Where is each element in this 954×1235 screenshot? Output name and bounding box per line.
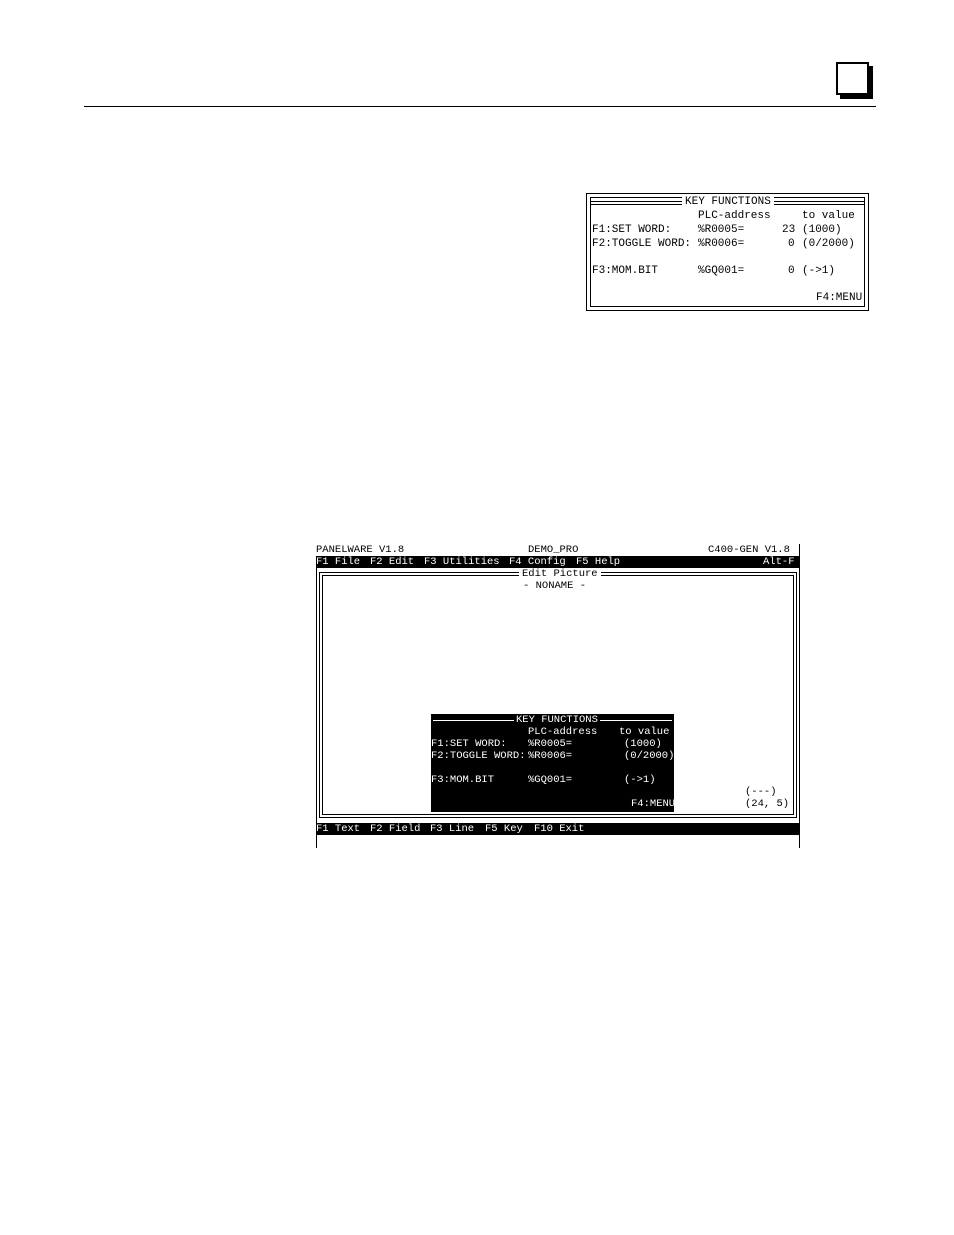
panel-column-value: to value [619, 726, 670, 738]
menu-bar: F1 File F2 Edit F3 Utilities F4 Config F… [316, 556, 800, 568]
fkey-line[interactable]: F3 Line [430, 823, 474, 835]
section-tab-shadow [840, 95, 873, 99]
screen-edge-right [799, 544, 800, 848]
screen-edge-left [316, 568, 317, 848]
panel-label-f2: F2:TOGGLE WORD: [431, 750, 526, 762]
current-value-f3: 0 [788, 265, 795, 277]
panel-menu-label: F4:MENU [631, 798, 676, 810]
panel-address-f3: %GQ001= [528, 774, 573, 786]
fkey-key[interactable]: F5 Key [485, 823, 523, 835]
key-label-f2: F2:TOGGLE WORD: [592, 238, 692, 250]
address-f1: %R0005= [698, 224, 745, 236]
target-value-f3: (->1) [802, 265, 836, 277]
app-title: PANELWARE V1.8 [316, 544, 405, 556]
menu-config[interactable]: F4 Config [509, 556, 566, 568]
panel-address-f1: %R0005= [528, 738, 573, 750]
panelware-screen: PANELWARE V1.8 DEMO_PRO C400-GEN V1.8 F1… [316, 544, 800, 848]
panel-column-address: PLC-address [528, 726, 598, 738]
menu-help[interactable]: F5 Help [576, 556, 620, 568]
current-value-f2: 0 [788, 238, 795, 250]
panel-address-f2: %R0006= [528, 750, 573, 762]
address-f2: %R0006= [698, 238, 745, 250]
key-functions-panel[interactable]: KEY FUNCTIONS PLC-address to value F1:SE… [431, 714, 676, 812]
column-header-address: PLC-address [698, 210, 771, 222]
panel-label-f1: F1:SET WORD: [431, 738, 507, 750]
panel-value-f1: (1000) [624, 738, 662, 750]
picture-name: - NONAME - [521, 580, 589, 592]
target-name: C400-GEN V1.8 [708, 544, 790, 556]
menu-file[interactable]: F1 File [316, 556, 360, 568]
menu-key-label: F4:MENU [816, 292, 863, 304]
function-key-bar: F1 Text F2 Field F3 Line F5 Key F10 Exit [316, 823, 800, 835]
key-label-f3: F3:MOM.BIT [592, 265, 659, 277]
key-label-f1: F1:SET WORD: [592, 224, 672, 236]
key-functions-display: KEY FUNCTIONS PLC-address to value F1:SE… [586, 193, 869, 311]
menu-hotkey-hint: Alt-F [763, 556, 795, 568]
fkey-exit[interactable]: F10 Exit [534, 823, 584, 835]
edit-picture-title: Edit Picture [519, 568, 601, 580]
cursor-position: (24, 5) [745, 798, 790, 810]
current-value-f1: 23 [782, 224, 796, 236]
menu-edit[interactable]: F2 Edit [370, 556, 414, 568]
panel-label-f3: F3:MOM.BIT [431, 774, 495, 786]
fkey-text[interactable]: F1 Text [316, 823, 360, 835]
panel-value-f2: (0/2000) [624, 750, 675, 762]
panel-value-f3: (->1) [624, 774, 656, 786]
target-value-f1: (1000) [802, 224, 842, 236]
display-title: KEY FUNCTIONS [682, 196, 774, 208]
cursor-mode: (---) [745, 786, 777, 798]
target-value-f2: (0/2000) [802, 238, 855, 250]
title-line: PANELWARE V1.8 DEMO_PRO C400-GEN V1.8 [316, 544, 800, 556]
project-name: DEMO_PRO [528, 544, 579, 556]
column-header-value: to value [802, 210, 855, 222]
page-header-rule [84, 106, 876, 107]
menu-utilities[interactable]: F3 Utilities [424, 556, 500, 568]
section-tab-marker [836, 62, 869, 95]
panel-title: KEY FUNCTIONS [514, 714, 600, 726]
fkey-field[interactable]: F2 Field [370, 823, 420, 835]
address-f3: %GQ001= [698, 265, 745, 277]
